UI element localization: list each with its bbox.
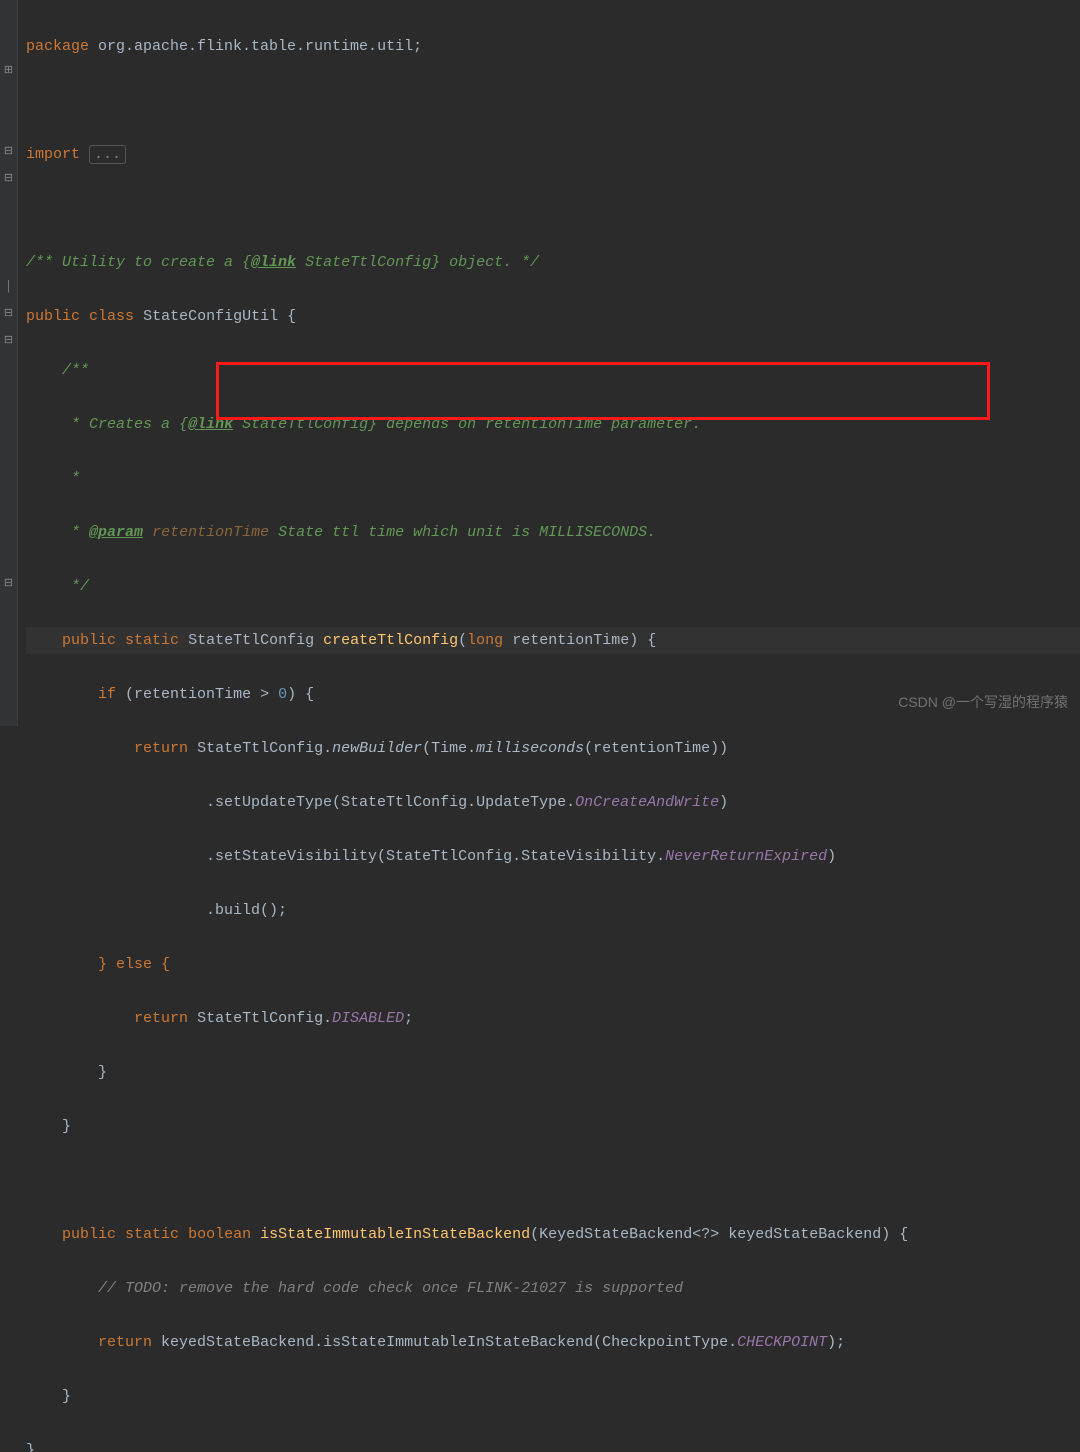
brace: {: [899, 1226, 908, 1243]
code-line: public static StateTtlConfig createTtlCo…: [26, 627, 1080, 654]
watermark-text: CSDN @一个写湿的程序猿: [898, 689, 1068, 716]
code-line: }: [26, 1437, 1080, 1452]
param-name: retentionTime: [512, 632, 629, 649]
code-line: /**: [26, 357, 1080, 384]
javadoc-ref: StateTtlConfig: [233, 416, 368, 433]
code-line: } else {: [26, 951, 1080, 978]
keyword: public: [62, 632, 116, 649]
code-line: .setUpdateType(StateTtlConfig.UpdateType…: [26, 789, 1080, 816]
keyword: public: [26, 308, 80, 325]
keyword: import: [26, 146, 80, 163]
code-line: return keyedStateBackend.isStateImmutabl…: [26, 1329, 1080, 1356]
brace: }: [62, 1388, 71, 1405]
expr: StateTtlConfig.: [197, 740, 332, 757]
keyword: static: [125, 1226, 179, 1243]
javadoc-tag: @param: [89, 524, 143, 541]
type: KeyedStateBackend<?>: [539, 1226, 719, 1243]
javadoc-tag: @link: [188, 416, 233, 433]
code-line: }: [26, 1059, 1080, 1086]
else-keyword: } else {: [98, 956, 170, 973]
code-line: return StateTtlConfig.DISABLED;: [26, 1005, 1080, 1032]
enum-constant: CHECKPOINT: [737, 1334, 827, 1351]
code-line: public static boolean isStateImmutableIn…: [26, 1221, 1080, 1248]
code-editor[interactable]: package org.apache.flink.table.runtime.u…: [0, 0, 1080, 1452]
code-line: */: [26, 573, 1080, 600]
expr: StateTtlConfig.: [197, 1010, 332, 1027]
expr: keyedStateBackend.isStateImmutableInStat…: [161, 1334, 737, 1351]
keyword: package: [26, 38, 89, 55]
code-line: .build();: [26, 897, 1080, 924]
code-line: .setStateVisibility(StateTtlConfig.State…: [26, 843, 1080, 870]
javadoc-text: State ttl time which unit is MILLISECOND…: [269, 524, 656, 541]
brace: {: [287, 308, 296, 325]
javadoc-text: } depends on retentionTime parameter.: [368, 416, 701, 433]
javadoc: /**: [62, 362, 89, 379]
method-name: createTtlConfig: [323, 632, 458, 649]
code-line: return StateTtlConfig.newBuilder(Time.mi…: [26, 735, 1080, 762]
type: StateTtlConfig: [188, 632, 314, 649]
paren: ): [719, 794, 728, 811]
static-method: newBuilder: [332, 740, 422, 757]
code-line: }: [26, 1113, 1080, 1140]
keyword: return: [134, 1010, 188, 1027]
code-line: * Creates a {@link StateTtlConfig} depen…: [26, 411, 1080, 438]
paren: ): [827, 848, 836, 865]
javadoc-param: retentionTime: [143, 524, 269, 541]
javadoc: *: [62, 470, 80, 487]
javadoc-tag: @link: [251, 254, 296, 271]
chain-call: .build();: [206, 902, 287, 919]
code-line: [26, 195, 1080, 222]
keyword: return: [134, 740, 188, 757]
keyword: long: [467, 632, 503, 649]
expr: (Time.: [422, 740, 476, 757]
javadoc-text: Utility to create a {: [62, 254, 251, 271]
keyword: class: [89, 308, 134, 325]
code-line: package org.apache.flink.table.runtime.u…: [26, 33, 1080, 60]
static-method: milliseconds: [476, 740, 584, 757]
condition: (retentionTime >: [125, 686, 278, 703]
chain-call: .setStateVisibility(StateTtlConfig.State…: [206, 848, 665, 865]
line-comment: // TODO: remove the hard code check once…: [98, 1280, 683, 1297]
static-field: DISABLED: [332, 1010, 404, 1027]
code-line: [26, 87, 1080, 114]
javadoc-text: Creates a {: [80, 416, 188, 433]
keyword: return: [98, 1334, 152, 1351]
param-name: keyedStateBackend: [728, 1226, 881, 1243]
code-line: * @param retentionTime State ttl time wh…: [26, 519, 1080, 546]
number-literal: 0: [278, 686, 287, 703]
package-name: org.apache.flink.table.runtime.util;: [89, 38, 422, 55]
expr: (retentionTime)): [584, 740, 728, 757]
code-line: public class StateConfigUtil {: [26, 303, 1080, 330]
code-line: [26, 1167, 1080, 1194]
code-line: import ...: [26, 141, 1080, 168]
javadoc-ref: StateTtlConfig: [296, 254, 431, 271]
brace: }: [62, 1118, 71, 1135]
chain-call: .setUpdateType(StateTtlConfig.UpdateType…: [206, 794, 575, 811]
keyword: static: [125, 632, 179, 649]
enum-constant: OnCreateAndWrite: [575, 794, 719, 811]
javadoc: */: [62, 578, 89, 595]
javadoc-text: } object. */: [431, 254, 539, 271]
code-line: *: [26, 465, 1080, 492]
enum-constant: NeverReturnExpired: [665, 848, 827, 865]
javadoc: *: [62, 416, 80, 433]
keyword: boolean: [188, 1226, 251, 1243]
keyword: if: [98, 686, 116, 703]
code-line: // TODO: remove the hard code check once…: [26, 1275, 1080, 1302]
javadoc: *: [62, 524, 80, 541]
code-line: /** Utility to create a {@link StateTtlC…: [26, 249, 1080, 276]
semicolon: ;: [404, 1010, 413, 1027]
brace: }: [26, 1442, 35, 1452]
keyword: public: [62, 1226, 116, 1243]
class-name: StateConfigUtil: [143, 308, 278, 325]
condition-close: ) {: [287, 686, 314, 703]
javadoc: /**: [26, 254, 62, 271]
brace: {: [647, 632, 656, 649]
folded-code-region[interactable]: ...: [89, 145, 126, 164]
code-line: }: [26, 1383, 1080, 1410]
expr-close: );: [827, 1334, 845, 1351]
method-name: isStateImmutableInStateBackend: [260, 1226, 530, 1243]
brace: }: [98, 1064, 107, 1081]
